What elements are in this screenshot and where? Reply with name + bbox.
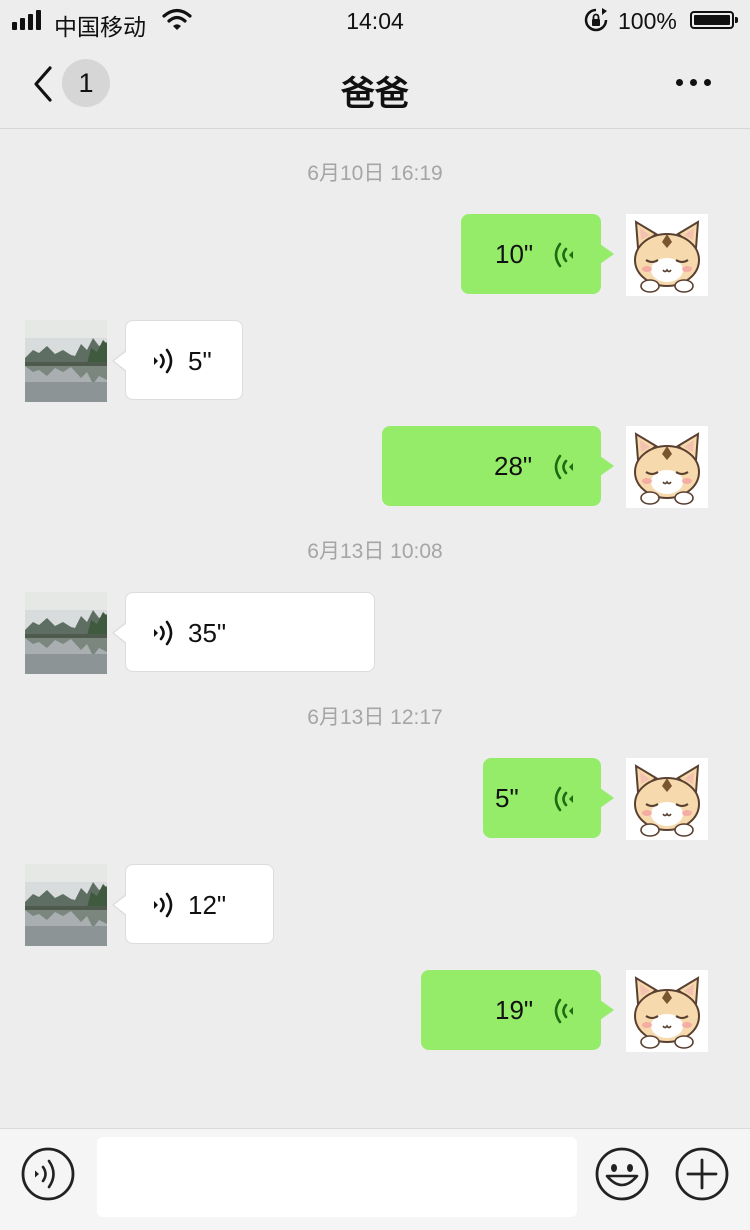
voice-playback-icon — [152, 346, 178, 376]
voice-playback-icon — [152, 618, 178, 648]
voice-mode-icon[interactable] — [20, 1146, 76, 1202]
plus-icon[interactable] — [674, 1146, 730, 1202]
emoji-icon[interactable] — [594, 1146, 650, 1202]
voice-message-bubble[interactable]: 35" — [112, 592, 375, 672]
chat-title: 爸爸 — [341, 75, 409, 113]
more-options-icon[interactable] — [674, 77, 714, 87]
voice-message-bubble[interactable]: 28" — [382, 426, 614, 506]
message-input[interactable] — [97, 1137, 577, 1217]
status-bar: 中国移动 14:04 100% — [0, 0, 750, 42]
voice-playback-icon — [549, 452, 575, 482]
voice-playback-icon — [549, 240, 575, 270]
message-timestamp: 6月13日 10:08 — [307, 540, 443, 563]
my-avatar[interactable] — [626, 214, 708, 296]
rotation-lock-icon — [584, 8, 608, 32]
message-timestamp: 6月13日 12:17 — [307, 706, 443, 729]
contact-avatar[interactable] — [25, 320, 107, 402]
voice-duration: 10" — [495, 239, 534, 269]
voice-message-bubble[interactable]: 19" — [421, 970, 614, 1050]
voice-duration: 12" — [188, 890, 227, 920]
voice-message-bubble[interactable]: 5" — [483, 758, 614, 838]
chat-header: 1 爸爸 — [0, 42, 750, 129]
contact-avatar[interactable] — [25, 864, 107, 946]
voice-message-bubble[interactable]: 12" — [112, 864, 274, 944]
my-avatar[interactable] — [626, 426, 708, 508]
voice-duration: 19" — [495, 995, 534, 1025]
voice-duration: 28" — [494, 451, 533, 481]
voice-playback-icon — [549, 784, 575, 814]
voice-duration: 5" — [188, 346, 212, 376]
my-avatar[interactable] — [626, 970, 708, 1052]
voice-duration: 35" — [188, 618, 227, 648]
voice-duration: 5" — [495, 783, 519, 813]
battery-icon — [690, 11, 738, 29]
voice-message-bubble[interactable]: 5" — [112, 320, 243, 400]
my-avatar[interactable] — [626, 758, 708, 840]
voice-playback-icon — [549, 996, 575, 1026]
voice-message-bubble[interactable]: 10" — [461, 214, 614, 294]
contact-avatar[interactable] — [25, 592, 107, 674]
battery-percentage: 100% — [618, 8, 677, 34]
input-bar — [0, 1128, 750, 1230]
voice-playback-icon — [152, 890, 178, 920]
message-timestamp: 6月10日 16:19 — [307, 162, 443, 185]
